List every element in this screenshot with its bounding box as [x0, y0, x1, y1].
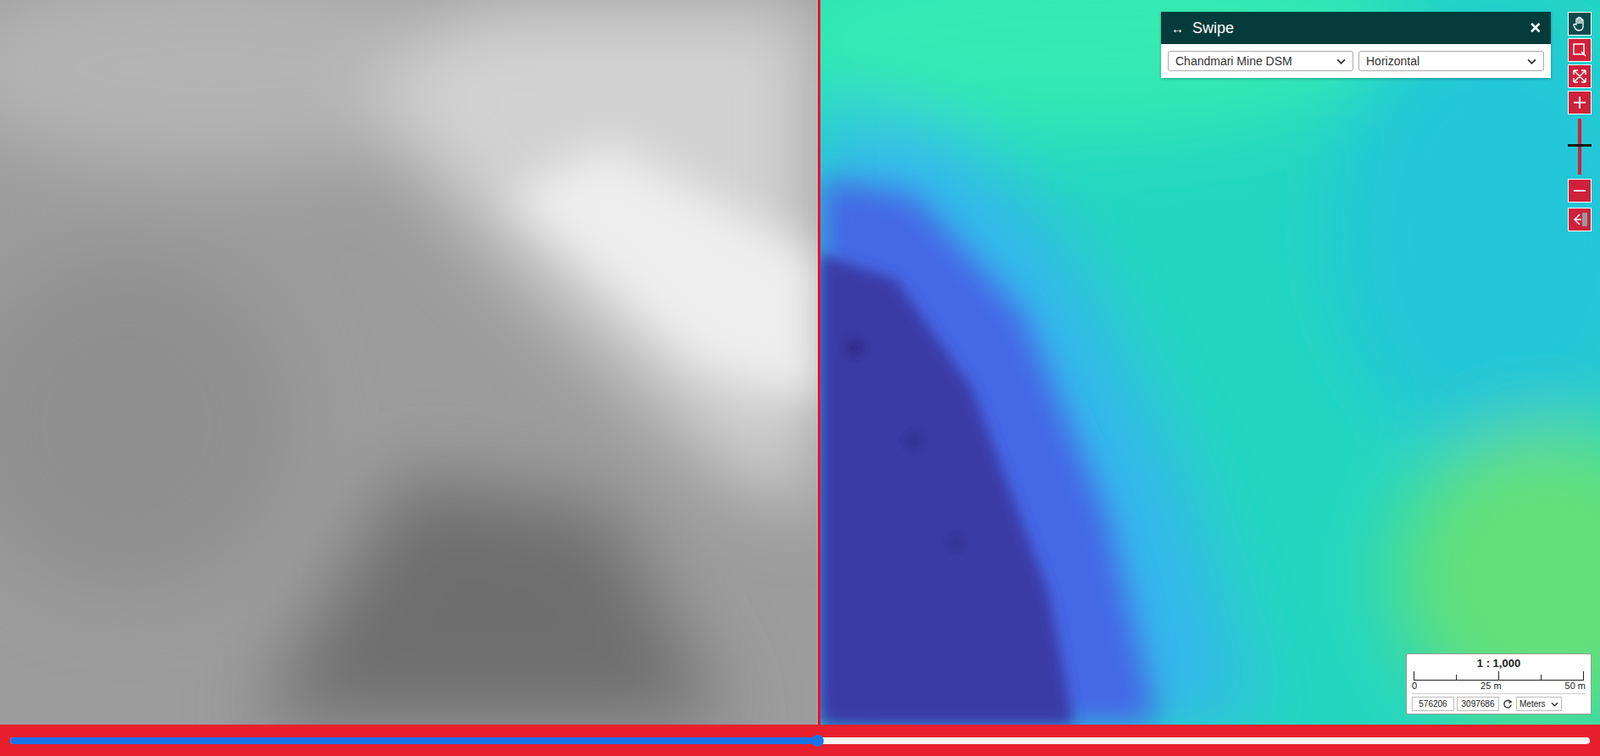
color-dsm-layer	[820, 0, 1600, 725]
full-extent-button[interactable]	[1567, 64, 1592, 89]
scale-ratio: 1 : 1,000	[1411, 656, 1586, 670]
map-canvas[interactable]: ↔ Swipe × Chandmari Mine DSMHorizontal 1 : 1…	[0, 0, 1600, 725]
back-arrow-icon	[1571, 211, 1589, 228]
slider-thumb[interactable]	[811, 734, 824, 747]
zoom-box-icon	[1571, 41, 1589, 59]
close-button[interactable]: ×	[1529, 16, 1541, 39]
chevron-down-icon	[1550, 701, 1559, 707]
zoom-box-button[interactable]	[1567, 38, 1592, 62]
swipe-slider[interactable]	[10, 737, 1590, 745]
pan-button[interactable]	[1567, 11, 1592, 36]
color-terrain	[820, 0, 1600, 725]
scale-bar	[1413, 671, 1584, 681]
minus-icon	[1571, 182, 1589, 200]
zoom-slider[interactable]	[1567, 118, 1592, 175]
layer-select[interactable]: Chandmari Mine DSM	[1167, 50, 1354, 72]
orientation-select[interactable]: Horizontal	[1358, 50, 1545, 72]
refresh-button[interactable]	[1501, 698, 1514, 711]
chevron-down-icon	[1527, 58, 1537, 65]
chevron-down-icon	[1336, 58, 1346, 65]
swipe-slider-bar	[0, 724, 1600, 756]
zoom-track	[1577, 118, 1582, 175]
zoom-out-button[interactable]	[1567, 178, 1592, 203]
refresh-icon	[1501, 698, 1514, 711]
zoom-thumb[interactable]	[1567, 144, 1592, 147]
panel-body: Chandmari Mine DSMHorizontal	[1161, 44, 1551, 78]
slider-fill	[10, 737, 818, 745]
swipe-arrows-icon: ↔	[1171, 21, 1184, 36]
panel-title: Swipe	[1192, 19, 1522, 38]
y-coordinate-field[interactable]: 3097686	[1456, 696, 1500, 712]
scale-tick	[1498, 671, 1500, 680]
zoom-in-button[interactable]	[1567, 90, 1592, 115]
map-viewer: ↔ Swipe × Chandmari Mine DSMHorizontal 1 : 1…	[0, 0, 1600, 756]
scale-tick	[1413, 671, 1415, 680]
scale-tick	[1583, 671, 1584, 680]
scale-box: 1 : 1,000 0 25 m 50 m 5762063097686 Meters	[1405, 653, 1592, 715]
scale-label: 50 m	[1565, 680, 1586, 691]
coordinate-row: 5762063097686 Meters	[1411, 693, 1586, 712]
scale-label: 0	[1411, 680, 1417, 691]
scale-label: 25 m	[1480, 680, 1501, 691]
expand-icon	[1571, 67, 1589, 85]
scale-tick	[1455, 674, 1457, 680]
swipe-panel: ↔ Swipe × Chandmari Mine DSMHorizontal	[1161, 11, 1551, 78]
map-toolbar	[1567, 11, 1592, 232]
scale-labels: 0 25 m 50 m	[1411, 680, 1586, 691]
swipe-divider[interactable]	[817, 0, 821, 725]
grayscale-terrain	[0, 0, 818, 725]
grayscale-dsm-layer	[0, 0, 818, 725]
x-coordinate-field[interactable]: 576206	[1411, 696, 1455, 712]
scale-tick	[1540, 674, 1542, 680]
panel-header: ↔ Swipe ×	[1161, 11, 1551, 45]
hand-icon	[1571, 15, 1589, 33]
units-select[interactable]: Meters	[1516, 696, 1562, 712]
previous-extent-button[interactable]	[1567, 207, 1592, 232]
plus-icon	[1571, 94, 1589, 112]
